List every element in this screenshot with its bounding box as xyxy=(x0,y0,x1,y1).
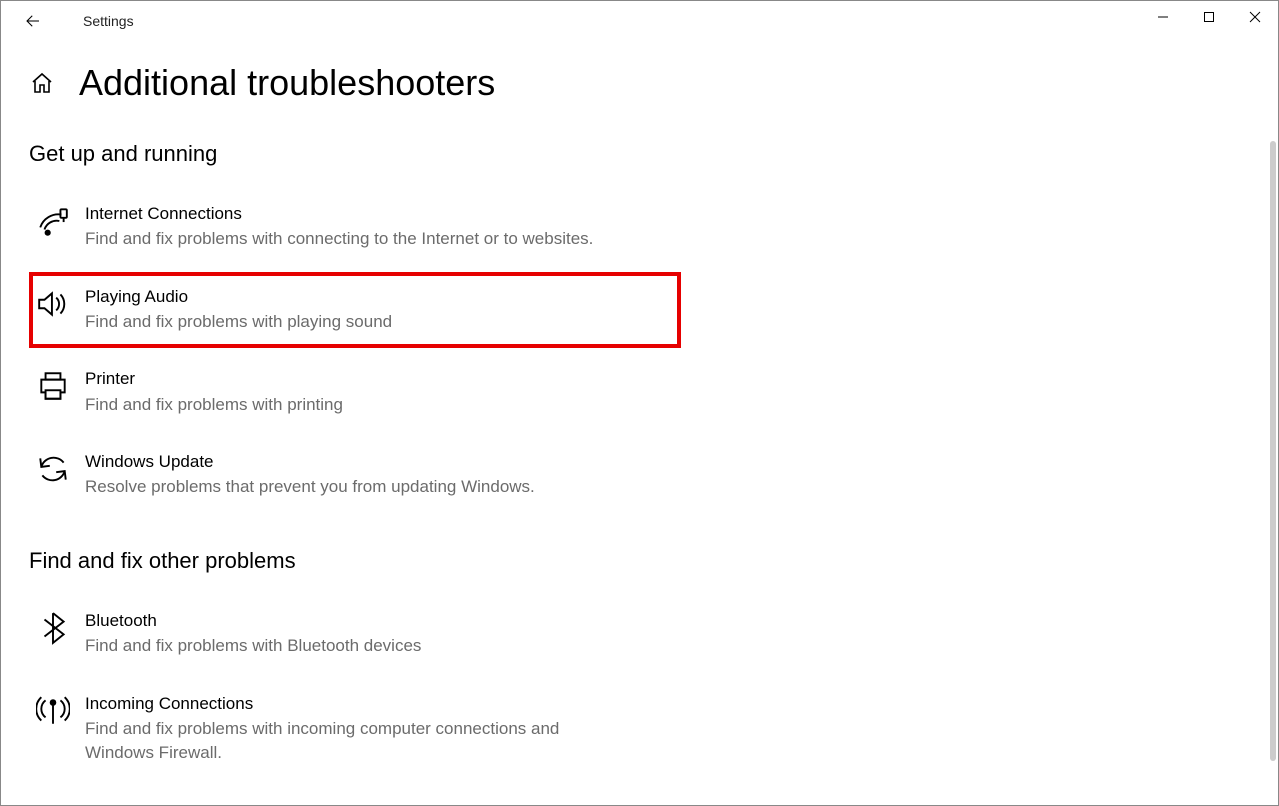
audio-icon xyxy=(35,286,71,322)
troubleshooter-text: Playing AudioFind and fix problems with … xyxy=(85,286,667,335)
bluetooth-icon xyxy=(35,610,71,646)
close-button[interactable] xyxy=(1232,1,1278,33)
window-controls xyxy=(1140,1,1278,33)
troubleshooter-item-internet[interactable]: Internet ConnectionsFind and fix problem… xyxy=(29,189,681,266)
printer-icon xyxy=(35,368,71,404)
troubleshooter-text: Printer Find and fix problems with printi… xyxy=(85,368,667,417)
scrollbar[interactable] xyxy=(1270,141,1276,761)
troubleshooter-text: Internet ConnectionsFind and fix problem… xyxy=(85,203,667,252)
home-icon[interactable] xyxy=(29,70,55,96)
content-area: Additional troubleshooters Get up and ru… xyxy=(1,41,681,780)
troubleshooter-desc: Find and fix problems with connecting to… xyxy=(85,227,605,252)
troubleshooter-title: Windows Update xyxy=(85,451,667,473)
troubleshooter-item-bluetooth[interactable]: BluetoothFind and fix problems with Blue… xyxy=(29,596,681,673)
troubleshooter-item-printer[interactable]: Printer Find and fix problems with printi… xyxy=(29,354,681,431)
troubleshooter-text: BluetoothFind and fix problems with Blue… xyxy=(85,610,667,659)
troubleshooter-desc: Find and fix problems with incoming comp… xyxy=(85,717,605,766)
titlebar: Settings xyxy=(1,1,1278,41)
troubleshooter-text: Incoming ConnectionsFind and fix problem… xyxy=(85,693,667,766)
troubleshooter-title: Printer xyxy=(85,368,667,390)
section-title: Find and fix other problems xyxy=(29,548,681,574)
app-title: Settings xyxy=(83,13,134,29)
troubleshooter-desc: Find and fix problems with playing sound xyxy=(85,310,605,335)
troubleshooter-text: Windows UpdateResolve problems that prev… xyxy=(85,451,667,500)
page-header: Additional troubleshooters xyxy=(29,65,681,101)
update-icon xyxy=(35,451,71,487)
minimize-button[interactable] xyxy=(1140,1,1186,33)
troubleshooter-item-update[interactable]: Windows UpdateResolve problems that prev… xyxy=(29,437,681,514)
troubleshooter-title: Internet Connections xyxy=(85,203,667,225)
incoming-icon xyxy=(35,693,71,729)
troubleshooter-title: Playing Audio xyxy=(85,286,667,308)
troubleshooter-item-audio[interactable]: Playing AudioFind and fix problems with … xyxy=(29,272,681,349)
troubleshooter-item-incoming[interactable]: Incoming ConnectionsFind and fix problem… xyxy=(29,679,681,780)
section-title: Get up and running xyxy=(29,141,681,167)
troubleshooter-title: Incoming Connections xyxy=(85,693,667,715)
troubleshooter-desc: Find and fix problems with Bluetooth dev… xyxy=(85,634,605,659)
maximize-button[interactable] xyxy=(1186,1,1232,33)
back-button[interactable] xyxy=(19,7,47,35)
troubleshooter-desc: Find and fix problems with printing xyxy=(85,393,605,418)
troubleshooter-title: Bluetooth xyxy=(85,610,667,632)
page-title: Additional troubleshooters xyxy=(79,65,495,101)
internet-icon xyxy=(35,203,71,239)
troubleshooter-desc: Resolve problems that prevent you from u… xyxy=(85,475,605,500)
